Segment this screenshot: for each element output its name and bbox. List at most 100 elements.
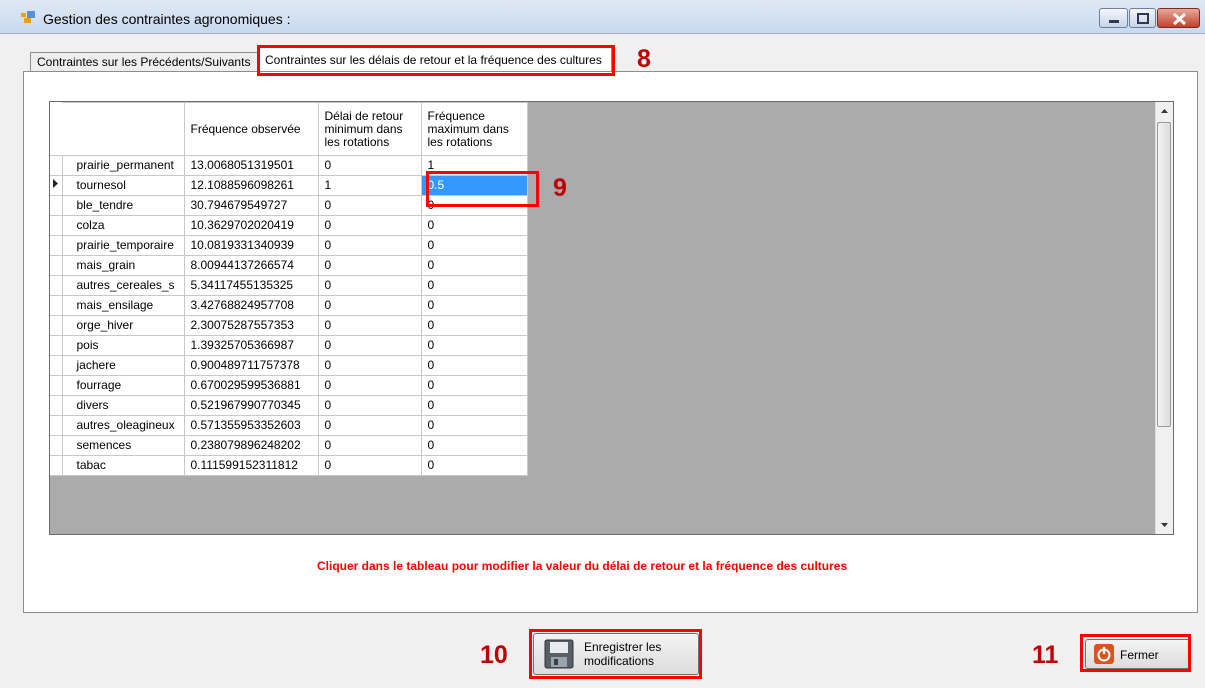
table-row[interactable]: autres_oleagineux 0.571355953352603 0 0	[50, 415, 528, 436]
annotation-box-11	[1080, 634, 1191, 672]
row-header-cell	[50, 315, 63, 336]
table-row[interactable]: semences 0.238079896248202 0 0	[50, 435, 528, 456]
table-row[interactable]: tabac 0.111599152311812 0 0	[50, 455, 528, 476]
row-header-cell	[50, 195, 63, 216]
row-header-cell	[50, 415, 63, 436]
row-name-cell: autres_oleagineux	[61, 415, 185, 436]
frequence-observee-cell[interactable]: 10.0819331340939	[183, 235, 319, 256]
hint-text: Cliquer dans le tableau pour modifier la…	[317, 559, 848, 573]
row-name-cell: orge_hiver	[61, 315, 185, 336]
row-header-cell	[50, 375, 63, 396]
title-bar: Gestion des contraintes agronomiques :	[0, 0, 1205, 34]
close-window-button[interactable]	[1157, 8, 1200, 28]
delai-retour-cell[interactable]: 1	[317, 175, 422, 196]
frequence-max-cell[interactable]: 0	[420, 215, 528, 236]
delai-retour-cell[interactable]: 0	[317, 195, 422, 216]
table-row[interactable]: divers 0.521967990770345 0 0	[50, 395, 528, 416]
delai-retour-cell[interactable]: 0	[317, 235, 422, 256]
frequence-observee-cell[interactable]: 1.39325705366987	[183, 335, 319, 356]
frequence-max-cell[interactable]: 0	[420, 455, 528, 476]
frequence-observee-cell[interactable]: 12.1088596098261	[183, 175, 319, 196]
delai-retour-cell[interactable]: 0	[317, 395, 422, 416]
frequence-max-cell[interactable]: 0	[420, 315, 528, 336]
delai-retour-cell[interactable]: 0	[317, 275, 422, 296]
frequence-observee-cell[interactable]: 13.0068051319501	[183, 155, 319, 176]
frequence-max-cell[interactable]: 0	[420, 335, 528, 356]
table-row[interactable]: mais_grain 8.00944137266574 0 0	[50, 255, 528, 276]
column-header-delai-retour[interactable]: Délai de retour minimum dans les rotatio…	[317, 102, 422, 156]
row-name-cell: mais_ensilage	[61, 295, 185, 316]
table-row[interactable]: colza 10.3629702020419 0 0	[50, 215, 528, 236]
table-row[interactable]: fourrage 0.670029599536881 0 0	[50, 375, 528, 396]
frequence-observee-cell[interactable]: 8.00944137266574	[183, 255, 319, 276]
main-window: Gestion des contraintes agronomiques : C…	[0, 0, 1205, 688]
row-name-cell: prairie_temporaire	[61, 235, 185, 256]
frequence-observee-cell[interactable]: 0.670029599536881	[183, 375, 319, 396]
delai-retour-cell[interactable]: 0	[317, 455, 422, 476]
frequence-observee-cell[interactable]: 0.571355953352603	[183, 415, 319, 436]
table-row[interactable]: mais_ensilage 3.42768824957708 0 0	[50, 295, 528, 316]
maximize-button[interactable]	[1129, 8, 1156, 28]
frequence-max-cell[interactable]: 0	[420, 395, 528, 416]
frequence-max-cell[interactable]: 0	[420, 375, 528, 396]
row-name-cell: semences	[61, 435, 185, 456]
delai-retour-cell[interactable]: 0	[317, 355, 422, 376]
frequence-max-cell[interactable]: 0	[420, 415, 528, 436]
row-header-cell	[50, 295, 63, 316]
tab-precedents-suivants[interactable]: Contraintes sur les Précédents/Suivants	[30, 52, 258, 71]
frequence-max-cell[interactable]: 0	[420, 235, 528, 256]
app-icon	[21, 11, 35, 23]
frequence-observee-cell[interactable]: 3.42768824957708	[183, 295, 319, 316]
table-row[interactable]: autres_cereales_s 5.34117455135325 0 0	[50, 275, 528, 296]
frequence-observee-cell[interactable]: 0.521967990770345	[183, 395, 319, 416]
frequence-observee-cell[interactable]: 0.238079896248202	[183, 435, 319, 456]
frequence-observee-cell[interactable]: 0.900489711757378	[183, 355, 319, 376]
delai-retour-cell[interactable]: 0	[317, 415, 422, 436]
delai-retour-cell[interactable]: 0	[317, 155, 422, 176]
column-header-frequence-observee[interactable]: Fréquence observée	[183, 102, 319, 156]
frequence-observee-cell[interactable]: 10.3629702020419	[183, 215, 319, 236]
minimize-button[interactable]	[1099, 8, 1128, 28]
frequence-max-cell[interactable]: 0	[420, 435, 528, 456]
frequence-observee-cell[interactable]: 5.34117455135325	[183, 275, 319, 296]
frequence-max-cell[interactable]: 0	[420, 355, 528, 376]
row-name-cell: jachere	[61, 355, 185, 376]
row-header-cell	[50, 455, 63, 476]
table-row[interactable]: pois 1.39325705366987 0 0	[50, 335, 528, 356]
row-header-cell	[50, 395, 63, 416]
frequence-max-cell[interactable]: 0	[420, 275, 528, 296]
frequence-observee-cell[interactable]: 30.794679549727	[183, 195, 319, 216]
annotation-box-9	[426, 171, 539, 207]
delai-retour-cell[interactable]: 0	[317, 435, 422, 456]
frequence-observee-cell[interactable]: 2.30075287557353	[183, 315, 319, 336]
data-grid[interactable]: Fréquence observée Délai de retour minim…	[49, 101, 1174, 535]
annotation-number-9: 9	[553, 174, 567, 202]
scrollbar-thumb[interactable]	[1157, 122, 1171, 427]
delai-retour-cell[interactable]: 0	[317, 375, 422, 396]
row-header-cell	[50, 155, 63, 176]
row-header-cell	[50, 275, 63, 296]
annotation-number-11: 11	[1032, 641, 1059, 669]
row-header-cell	[50, 175, 63, 196]
frequence-max-cell[interactable]: 0	[420, 295, 528, 316]
row-header-corner	[50, 102, 62, 156]
vertical-scrollbar[interactable]	[1155, 102, 1173, 534]
delai-retour-cell[interactable]: 0	[317, 315, 422, 336]
frequence-max-cell[interactable]: 0	[420, 255, 528, 276]
scroll-down-icon	[1161, 523, 1168, 527]
delai-retour-cell[interactable]: 0	[317, 295, 422, 316]
delai-retour-cell[interactable]: 0	[317, 215, 422, 236]
row-name-header	[62, 102, 185, 156]
row-header-cell	[50, 215, 63, 236]
row-name-cell: autres_cereales_s	[61, 275, 185, 296]
table-row[interactable]: orge_hiver 2.30075287557353 0 0	[50, 315, 528, 336]
delai-retour-cell[interactable]: 0	[317, 335, 422, 356]
column-header-frequence-max[interactable]: Fréquence maximum dans les rotations	[420, 102, 528, 156]
frequence-observee-cell[interactable]: 0.111599152311812	[183, 455, 319, 476]
annotation-number-8: 8	[637, 45, 651, 73]
table-row[interactable]: prairie_temporaire 10.0819331340939 0 0	[50, 235, 528, 256]
minimize-icon	[1109, 20, 1119, 23]
row-header-cell	[50, 355, 63, 376]
table-row[interactable]: jachere 0.900489711757378 0 0	[50, 355, 528, 376]
delai-retour-cell[interactable]: 0	[317, 255, 422, 276]
